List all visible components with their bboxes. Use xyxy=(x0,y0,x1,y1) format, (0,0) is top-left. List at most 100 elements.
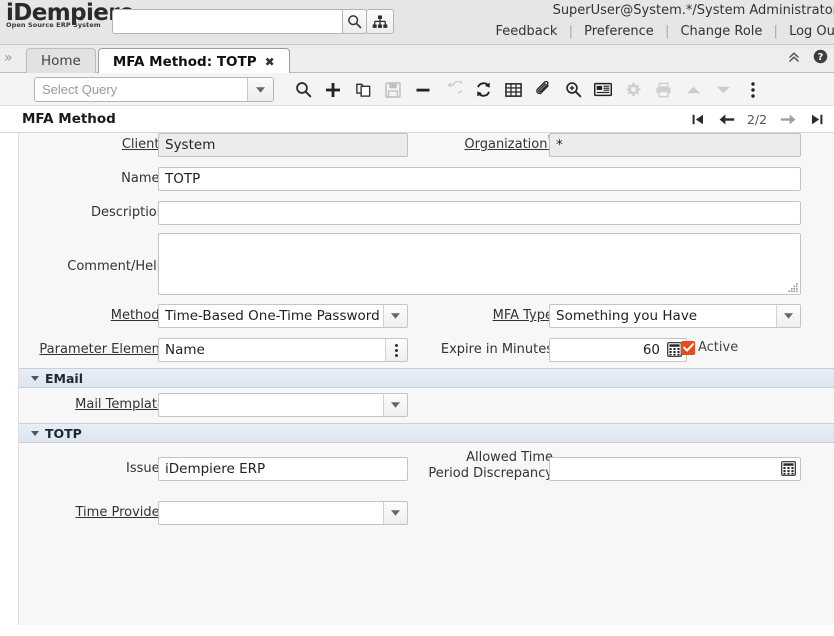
app-logo: iDempiere Open Source ERP System xyxy=(6,2,135,42)
description-field[interactable] xyxy=(158,201,801,225)
next-record-icon[interactable] xyxy=(774,106,801,133)
chevron-down-icon xyxy=(31,430,39,436)
organization-field[interactable] xyxy=(549,133,801,157)
parameter-element-value: Name xyxy=(165,342,205,358)
refresh-button[interactable] xyxy=(468,73,498,106)
page-title: MFA Method xyxy=(22,111,116,127)
global-search-input[interactable] xyxy=(112,9,342,34)
tab-list: Home MFA Method: TOTP ✖ xyxy=(26,48,292,74)
last-record-icon[interactable] xyxy=(803,106,830,133)
tab-bar: » Home MFA Method: TOTP ✖ ? xyxy=(0,45,834,74)
method-label[interactable]: Method* xyxy=(59,305,165,324)
report-button[interactable] xyxy=(588,73,618,106)
method-combo[interactable]: Time-Based One-Time Password xyxy=(158,304,408,328)
header-links: Feedback | Preference | Change Role | Lo… xyxy=(496,24,834,39)
logo-subtitle: Open Source ERP System xyxy=(6,21,101,29)
vertical-dots-icon[interactable] xyxy=(385,339,407,361)
grid-toggle-button[interactable] xyxy=(498,73,528,106)
preference-link[interactable]: Preference xyxy=(584,24,654,39)
group-header-email[interactable]: EMail xyxy=(19,368,834,388)
group-header-totp[interactable]: TOTP xyxy=(19,423,834,443)
previous-record-icon[interactable] xyxy=(713,106,740,133)
print-button xyxy=(648,73,678,106)
select-query-input[interactable] xyxy=(35,78,247,101)
comment-help-label: Comment/Help xyxy=(67,259,165,274)
select-query-combo[interactable] xyxy=(34,77,274,102)
record-form: Client* Organization* Name* Description … xyxy=(18,133,834,625)
zoom-across-button[interactable] xyxy=(558,73,588,106)
mfa-type-label[interactable]: MFA Type xyxy=(439,308,553,324)
mail-template-combo[interactable] xyxy=(158,393,408,417)
copy-button[interactable] xyxy=(348,73,378,106)
mail-template-label[interactable]: Mail Template xyxy=(59,397,165,413)
comment-help-field[interactable] xyxy=(158,233,801,295)
chevron-down-icon[interactable] xyxy=(383,394,407,416)
collapse-chevrons-icon[interactable] xyxy=(787,50,801,64)
issuer-label: Issuer xyxy=(126,461,165,476)
tab-label: MFA Method: TOTP xyxy=(112,53,257,70)
toolbar-buttons xyxy=(288,73,768,106)
svg-text:?: ? xyxy=(818,52,824,63)
allowed-discrepancy-label: Allowed Time Period Discrepancy xyxy=(428,450,553,481)
close-icon[interactable]: ✖ xyxy=(265,55,275,69)
user-context-label: SuperUser@System.*/System Administrator xyxy=(552,3,834,18)
new-button[interactable] xyxy=(318,73,348,106)
first-record-icon[interactable] xyxy=(684,106,711,133)
parameter-element-label[interactable]: Parameter Element xyxy=(25,342,165,358)
active-checkbox[interactable]: Active xyxy=(681,340,738,355)
change-role-link[interactable]: Change Role xyxy=(680,24,762,39)
mail-template-value xyxy=(159,394,383,416)
issuer-field[interactable] xyxy=(158,457,408,481)
name-field[interactable] xyxy=(158,167,801,191)
client-label[interactable]: Client* xyxy=(93,134,165,153)
logout-link[interactable]: Log Out xyxy=(789,24,834,39)
chevron-down-icon[interactable] xyxy=(776,305,800,327)
find-button[interactable] xyxy=(288,73,318,106)
undo-button xyxy=(438,73,468,106)
process-button xyxy=(618,73,648,106)
feedback-link[interactable]: Feedback xyxy=(496,24,558,39)
time-provider-combo[interactable] xyxy=(158,501,408,525)
detail-record-button xyxy=(708,73,738,106)
client-field[interactable] xyxy=(158,133,408,157)
search-icon[interactable] xyxy=(342,9,367,34)
name-label: Name* xyxy=(121,168,165,186)
app-header: iDempiere Open Source ERP System SuperUs… xyxy=(0,0,834,45)
chevron-down-icon xyxy=(31,375,39,381)
link-separator: | xyxy=(773,24,778,39)
calculator-icon[interactable] xyxy=(781,461,797,477)
delete-button[interactable] xyxy=(408,73,438,106)
save-button xyxy=(378,73,408,106)
method-value: Time-Based One-Time Password xyxy=(165,308,380,324)
tab-home[interactable]: Home xyxy=(26,48,96,73)
group-label: TOTP xyxy=(45,425,82,441)
mfa-type-value: Something you Have xyxy=(556,308,698,324)
allowed-discrepancy-field[interactable] xyxy=(549,457,801,481)
main-toolbar xyxy=(0,73,834,106)
panel-header: MFA Method 2/2 xyxy=(0,106,834,133)
chevron-down-icon[interactable] xyxy=(383,502,407,524)
active-label: Active xyxy=(698,340,739,355)
expand-menu-icon[interactable]: » xyxy=(4,50,13,66)
description-label: Description xyxy=(90,205,165,220)
parameter-element-combo[interactable]: Name xyxy=(158,338,408,362)
time-provider-label[interactable]: Time Provider xyxy=(59,505,165,521)
tab-bar-actions: ? xyxy=(787,49,828,64)
tab-mfa-method[interactable]: MFA Method: TOTP ✖ xyxy=(97,48,290,74)
time-provider-value xyxy=(159,502,383,524)
global-search xyxy=(112,9,367,34)
record-counter: 2/2 xyxy=(746,112,768,127)
tab-label: Home xyxy=(41,53,81,69)
organization-label[interactable]: Organization* xyxy=(415,134,553,153)
mfa-type-combo[interactable]: Something you Have xyxy=(549,304,801,328)
parent-record-button xyxy=(678,73,708,106)
record-navigation: 2/2 xyxy=(684,106,830,133)
help-icon[interactable]: ? xyxy=(813,49,828,64)
link-separator: | xyxy=(664,24,670,39)
more-menu-button[interactable] xyxy=(738,73,768,106)
attachment-button[interactable] xyxy=(528,73,558,106)
chevron-down-icon[interactable] xyxy=(383,305,407,327)
hierarchy-icon[interactable] xyxy=(366,9,394,34)
chevron-down-icon[interactable] xyxy=(247,78,273,101)
link-separator: | xyxy=(568,24,573,39)
